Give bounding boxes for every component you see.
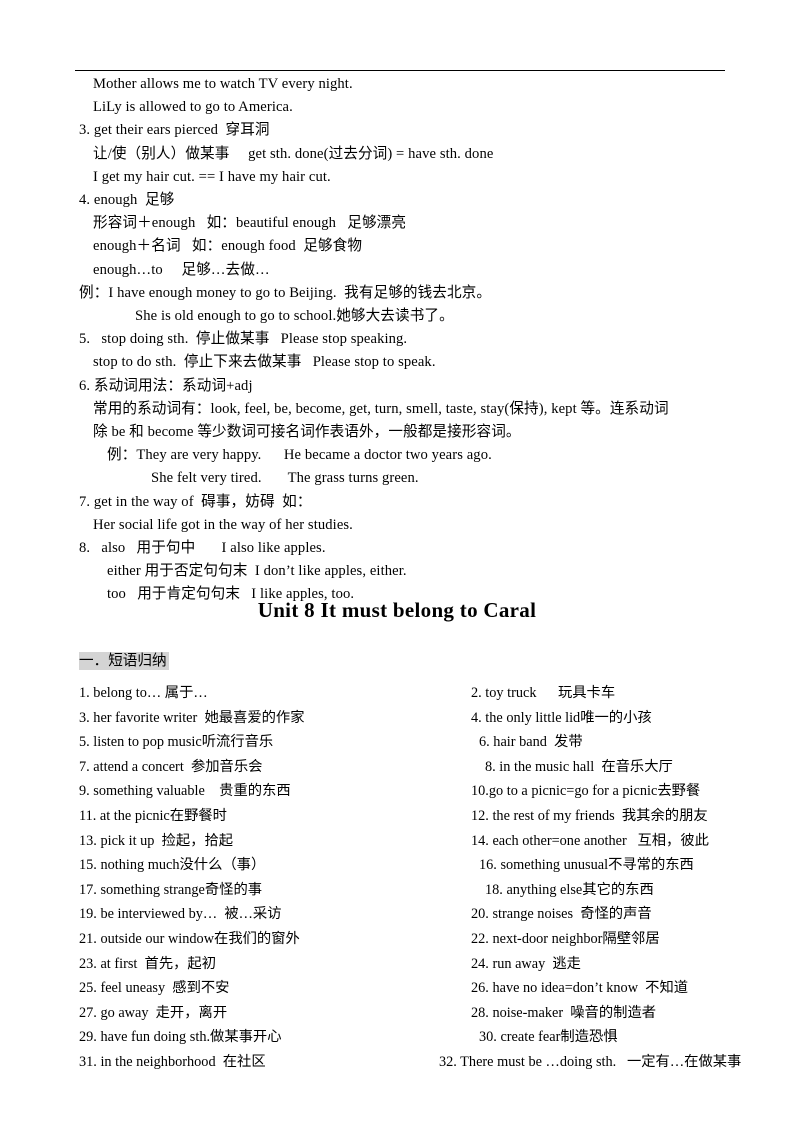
phrase-entry-right: 32. There must be …doing sth. 一定有…在做某事 [439, 1053, 742, 1070]
phrase-entry-right: 10.go to a picnic=go for a picnic去野餐 [471, 783, 701, 800]
note-line: 形容词＋enough 如：beautiful enough 足够漂亮 [93, 215, 407, 232]
phrase-entry-right: 20. strange noises 奇怪的声音 [471, 906, 652, 923]
note-line: 常用的系动词有：look, feel, be, become, get, tur… [93, 400, 669, 417]
note-line: either 用于否定句句末 I don’t like apples, eith… [107, 563, 407, 580]
note-line: 5. stop doing sth. 停止做某事 Please stop spe… [79, 331, 408, 348]
phrase-entry-left: 27. go away 走开，离开 [79, 1004, 228, 1021]
phrase-row: 25. feel uneasy 感到不安 26. have no idea=don… [79, 976, 739, 1001]
note-line: enough＋名词 如：enough food 足够食物 [93, 238, 363, 255]
phrase-entry-left: 17. something strange奇怪的事 [79, 881, 263, 898]
phrase-row: 19. be interviewed by… 被…采访 20. strange n… [79, 902, 739, 927]
phrase-row: 17. something strange奇怪的事 18. anything el… [79, 878, 739, 903]
phrase-row: 1. belong to… 属于… 2. toy truck 玩具卡车 [79, 681, 739, 706]
phrase-entry-right: 28. noise-maker 噪音的制造者 [471, 1004, 657, 1021]
note-line: enough…to 足够…去做… [93, 261, 270, 278]
phrase-entry-left: 3. her favorite writer 她最喜爱的作家 [79, 709, 305, 726]
phrase-entry-right: 18. anything else其它的东西 [485, 881, 654, 898]
section-heading-label: 一．短语归纳 [79, 652, 169, 670]
phrase-entry-left: 29. have fun doing sth.做某事开心 [79, 1029, 282, 1046]
phrase-entry-left: 23. at first 首先，起初 [79, 955, 216, 972]
phrase-row: 15. nothing much没什么（事） 16. something unus… [79, 853, 739, 878]
phrase-entry-right: 24. run away 逃走 [471, 955, 581, 972]
note-line: 6. 系动词用法：系动词+adj [79, 377, 253, 394]
phrase-row: 11. at the picnic在野餐时 12. the rest of my … [79, 804, 739, 829]
phrase-entry-left: 1. belong to… 属于… [79, 685, 208, 701]
phrase-entry-right: 30. create fear制造恐惧 [479, 1029, 618, 1046]
phrase-row: 5. listen to pop music听流行音乐 6. hair band … [79, 730, 739, 755]
phrase-entry-right: 16. something unusual不寻常的东西 [479, 857, 694, 874]
phrase-entry-left: 5. listen to pop music听流行音乐 [79, 734, 274, 751]
page-title: Unit 8 It must belong to Caral [257, 598, 537, 622]
phrase-entry-left: 11. at the picnic在野餐时 [79, 807, 227, 824]
phrase-row: 13. pick it up 捡起，拾起 14. each other=one a… [79, 829, 739, 854]
note-line: 除 be 和 become 等少数词可接名词作表语外，一般都是接形容词。 [93, 424, 521, 441]
section-heading: 一．短语归纳 [79, 650, 169, 672]
phrase-entry-left: 25. feel uneasy 感到不安 [79, 980, 230, 997]
phrase-entry-right: 12. the rest of my friends 我其余的朋友 [471, 807, 708, 824]
phrase-entry-left: 19. be interviewed by… 被…采访 [79, 906, 282, 923]
phrase-row: 31. in the neighborhood 在社区 32. There mus… [79, 1050, 742, 1075]
phrase-row: 7. attend a concert 参加音乐会 8. in the music… [79, 755, 739, 780]
phrase-entry-left: 7. attend a concert 参加音乐会 [79, 758, 263, 775]
phrase-entry-left: 31. in the neighborhood 在社区 [79, 1053, 266, 1070]
note-line: 例：I have enough money to go to Beijing. … [79, 284, 492, 301]
phrase-row: 3. her favorite writer 她最喜爱的作家 4. the onl… [79, 706, 739, 731]
note-line: 4. enough 足够 [79, 192, 175, 209]
phrase-row: 9. something valuable 贵重的东西 10.go to a pi… [79, 779, 739, 804]
phrase-entry-right: 14. each other=one another 互相，彼此 [471, 832, 709, 849]
note-line: 例：They are very happy. He became a docto… [107, 447, 492, 464]
phrase-row: 21. outside our window在我们的窗外 22. next-doo… [79, 927, 739, 952]
note-line: 8. also 用于句中 I also like apples. [79, 540, 326, 557]
document-page: Mother allows me to watch TV every night… [0, 0, 794, 1123]
note-line: stop to do sth. 停止下来去做某事 Please stop to … [93, 354, 436, 371]
note-line: Mother allows me to watch TV every night… [93, 76, 353, 92]
phrase-entry-right: 22. next-door neighbor隔壁邻居 [471, 930, 660, 947]
phrase-entry-left: 21. outside our window在我们的窗外 [79, 930, 300, 947]
phrase-entry-right: 8. in the music hall 在音乐大厅 [485, 758, 673, 775]
phrase-entry-right: 26. have no idea=don’t know 不知道 [471, 980, 689, 997]
phrase-entry-left: 15. nothing much没什么（事） [79, 857, 266, 874]
phrase-entry-left: 13. pick it up 捡起，拾起 [79, 832, 234, 849]
note-line: LiLy is allowed to go to America. [93, 99, 293, 116]
note-line: She is old enough to go to school.她够大去读书… [135, 308, 454, 325]
phrase-entry-left: 9. something valuable 贵重的东西 [79, 783, 291, 800]
phrase-entry-right: 4. the only little lid唯一的小孩 [471, 709, 652, 726]
grammar-notes-block: Mother allows me to watch TV every night… [79, 73, 739, 607]
phrase-row: 23. at first 首先，起初 24. run away 逃走 [79, 952, 739, 977]
phrase-entry-right: 6. hair band 发带 [479, 734, 583, 751]
phrase-entry-right: 2. toy truck 玩具卡车 [471, 685, 616, 701]
note-line: I get my hair cut. == I have my hair cut… [93, 168, 331, 185]
note-line: Her social life got in the way of her st… [93, 516, 353, 533]
phrase-list: 1. belong to… 属于… 2. toy truck 玩具卡车 3. her… [79, 681, 742, 1075]
note-line: 7. get in the way of 碍事，妨碍 如： [79, 493, 312, 510]
note-line: She felt very tired. The grass turns gre… [151, 470, 419, 487]
note-line: 让/使（别人）做某事 get sth. done(过去分词) = have st… [93, 145, 494, 162]
phrase-row: 27. go away 走开，离开 28. noise-maker 噪音的制造者 [79, 1001, 739, 1026]
phrase-row: 29. have fun doing sth.做某事开心 30. create f… [79, 1025, 739, 1050]
note-line: 3. get their ears pierced 穿耳洞 [79, 122, 270, 139]
header-rule [75, 70, 725, 71]
